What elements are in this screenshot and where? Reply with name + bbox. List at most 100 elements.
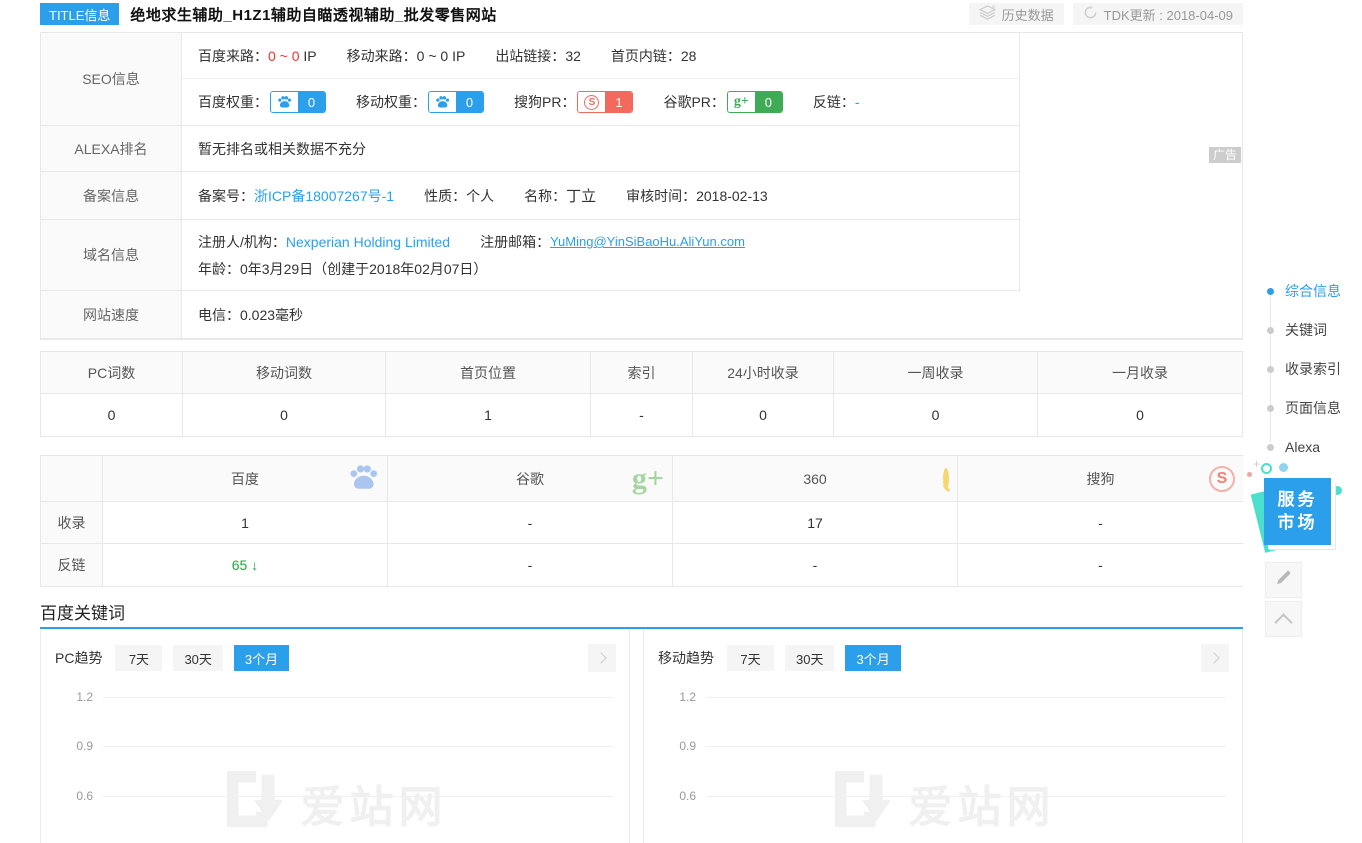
decor-dot bbox=[1279, 463, 1288, 472]
range-7d-button[interactable]: 7天 bbox=[727, 645, 774, 671]
y-tick: 0.9 bbox=[41, 739, 93, 753]
sogou-icon: S bbox=[578, 92, 605, 112]
sogou-pr-badge[interactable]: S 1 bbox=[577, 91, 633, 113]
edit-button[interactable] bbox=[1265, 562, 1302, 598]
decor-dot bbox=[1247, 472, 1252, 477]
collect-360: 17 bbox=[673, 502, 958, 543]
outbound-links: 出站链接： 32 bbox=[495, 46, 581, 66]
back-to-top-button[interactable] bbox=[1265, 601, 1302, 637]
dot-icon bbox=[1267, 444, 1274, 451]
stats-value: 0 bbox=[834, 394, 1038, 436]
domain-age: 年龄： 0年3月29日（创建于2018年02月07日） bbox=[198, 259, 487, 279]
nav-item-alexa[interactable]: Alexa bbox=[1258, 436, 1358, 458]
range-3m-button[interactable]: 3个月 bbox=[234, 645, 289, 671]
stats-header: 索引 bbox=[591, 352, 693, 393]
stats-value: 0 bbox=[183, 394, 386, 436]
dot-icon bbox=[1267, 405, 1274, 412]
google-pr-badge[interactable]: g+ 0 bbox=[727, 91, 783, 113]
stats-header: 一月收录 bbox=[1038, 352, 1242, 393]
mobile-weight-badge[interactable]: 0 bbox=[428, 91, 484, 113]
registrant-link[interactable]: Nexperian Holding Limited bbox=[286, 234, 450, 250]
collect-baidu: 1 bbox=[103, 502, 388, 543]
baidu-weight-badge[interactable]: 0 bbox=[270, 91, 326, 113]
nav-item-keywords[interactable]: 关键词 bbox=[1258, 319, 1358, 341]
backlink-sogou: - bbox=[958, 544, 1243, 586]
next-chart-button[interactable] bbox=[1201, 644, 1229, 672]
icp-number: 备案号： 浙ICP备18007267号-1 bbox=[198, 186, 394, 206]
ad-area: 广告 bbox=[1019, 33, 1242, 292]
aizhan-seo-page: TITLE信息 绝地求生辅助_H1Z1辅助自瞄透视辅助_批发零售网站 历史数据 … bbox=[0, 0, 1362, 843]
keyword-stats-table: PC词数 移动词数 首页位置 索引 24小时收录 一周收录 一月收录 0 0 1… bbox=[40, 351, 1243, 437]
google-pr: 谷歌PR： g+ 0 bbox=[663, 91, 782, 113]
down-arrow-icon: ↓ bbox=[251, 557, 258, 573]
collect-row-label: 收录 bbox=[41, 502, 103, 543]
domain-email: 注册邮箱： YuMing@YinSiBaoHu.AliYun.com bbox=[480, 232, 745, 252]
icp-number-link[interactable]: 浙ICP备18007267号-1 bbox=[254, 186, 394, 206]
stats-value-row: 0 0 1 - 0 0 0 bbox=[41, 394, 1242, 436]
mobile-weight: 移动权重： 0 bbox=[356, 91, 484, 113]
dot-icon bbox=[1267, 366, 1274, 373]
ad-tag: 广告 bbox=[1209, 147, 1241, 163]
chevron-up-icon bbox=[1274, 613, 1292, 631]
watermark: 爱站网 bbox=[41, 769, 629, 836]
y-tick: 1.2 bbox=[41, 690, 93, 704]
icp-name: 名称： 丁立 bbox=[524, 185, 596, 206]
seo-info-label: SEO信息 bbox=[41, 33, 182, 125]
header-actions: 历史数据 TDK更新 : 2018-04-09 bbox=[969, 3, 1243, 25]
history-data-button[interactable]: 历史数据 bbox=[969, 3, 1064, 25]
service-market-badge[interactable]: 服务 市场 bbox=[1262, 478, 1336, 552]
speed-text: 电信：0.023毫秒 bbox=[182, 291, 1242, 338]
site-info-table: SEO信息 百度来路： 0 ~ 0 IP 移动来路： 0 ~ 0 IP 出站链接… bbox=[40, 32, 1243, 340]
collect-google: - bbox=[388, 502, 673, 543]
google-plus-icon: g+ bbox=[632, 464, 664, 494]
nav-item-summary[interactable]: 综合信息 bbox=[1258, 280, 1358, 302]
stats-value: - bbox=[591, 394, 693, 436]
next-chart-button[interactable] bbox=[588, 644, 616, 672]
stats-value: 1 bbox=[386, 394, 591, 436]
chevron-right-icon bbox=[1208, 652, 1219, 663]
speed-label: 网站速度 bbox=[41, 291, 182, 338]
backlink-row: 反链 65 ↓ - - - bbox=[41, 544, 1242, 586]
baidu-paw-icon bbox=[348, 463, 379, 495]
engine-column-google: 谷歌 g+ bbox=[388, 456, 673, 501]
engine-column-sogou: 搜狗 S bbox=[958, 456, 1243, 501]
tdk-update-button[interactable]: TDK更新 : 2018-04-09 bbox=[1073, 3, 1243, 25]
baidu-paw-icon bbox=[271, 92, 298, 112]
collect-row: 收录 1 - 17 - bbox=[41, 502, 1242, 544]
sogou-icon: S bbox=[1209, 466, 1235, 492]
email-link[interactable]: YuMing@YinSiBaoHu.AliYun.com bbox=[550, 234, 745, 249]
backlink-baidu-link[interactable]: 65 ↓ bbox=[232, 557, 258, 573]
homepage-inner-links: 首页内链： 28 bbox=[611, 46, 697, 66]
nav-item-pageinfo[interactable]: 页面信息 bbox=[1258, 397, 1358, 419]
range-7d-button[interactable]: 7天 bbox=[115, 645, 162, 671]
stats-value: 0 bbox=[41, 394, 183, 436]
page-header: TITLE信息 绝地求生辅助_H1Z1辅助自瞄透视辅助_批发零售网站 bbox=[40, 3, 497, 25]
stats-header-row: PC词数 移动词数 首页位置 索引 24小时收录 一周收录 一月收录 bbox=[41, 352, 1242, 394]
mobile-visits: 移动来路： 0 ~ 0 IP bbox=[347, 46, 466, 66]
engines-header-row: 百度 谷歌 g+ 360 搜狗 S bbox=[41, 456, 1242, 502]
range-30d-button[interactable]: 30天 bbox=[173, 645, 222, 671]
collect-sogou: - bbox=[958, 502, 1243, 543]
speed-row: 网站速度 电信：0.023毫秒 bbox=[41, 291, 1242, 339]
stats-value: 0 bbox=[1038, 394, 1242, 436]
domain-label: 域名信息 bbox=[41, 220, 182, 290]
backlinks: 反链： - bbox=[813, 92, 860, 112]
range-30d-button[interactable]: 30天 bbox=[785, 645, 834, 671]
stats-header: 一周收录 bbox=[834, 352, 1038, 393]
stats-value: 0 bbox=[693, 394, 834, 436]
stats-header: 首页位置 bbox=[386, 352, 591, 393]
stats-header: 移动词数 bbox=[183, 352, 386, 393]
stats-header: 24小时收录 bbox=[693, 352, 834, 393]
backlink-row-label: 反链 bbox=[41, 544, 103, 586]
stats-header: PC词数 bbox=[41, 352, 183, 393]
search-engines-table: 百度 谷歌 g+ 360 搜狗 S 收录 1 - bbox=[40, 455, 1243, 587]
y-tick: 1.2 bbox=[644, 690, 696, 704]
chevron-right-icon bbox=[595, 652, 606, 663]
backlink-baidu: 65 ↓ bbox=[103, 544, 388, 586]
pencil-icon bbox=[1275, 569, 1292, 591]
mobile-trend-label: 移动趋势 bbox=[658, 648, 714, 668]
nav-item-index[interactable]: 收录索引 bbox=[1258, 358, 1358, 380]
backlink-360: - bbox=[673, 544, 958, 586]
anchor-nav: 综合信息 关键词 收录索引 页面信息 Alexa bbox=[1258, 280, 1358, 475]
range-3m-button[interactable]: 3个月 bbox=[845, 645, 900, 671]
